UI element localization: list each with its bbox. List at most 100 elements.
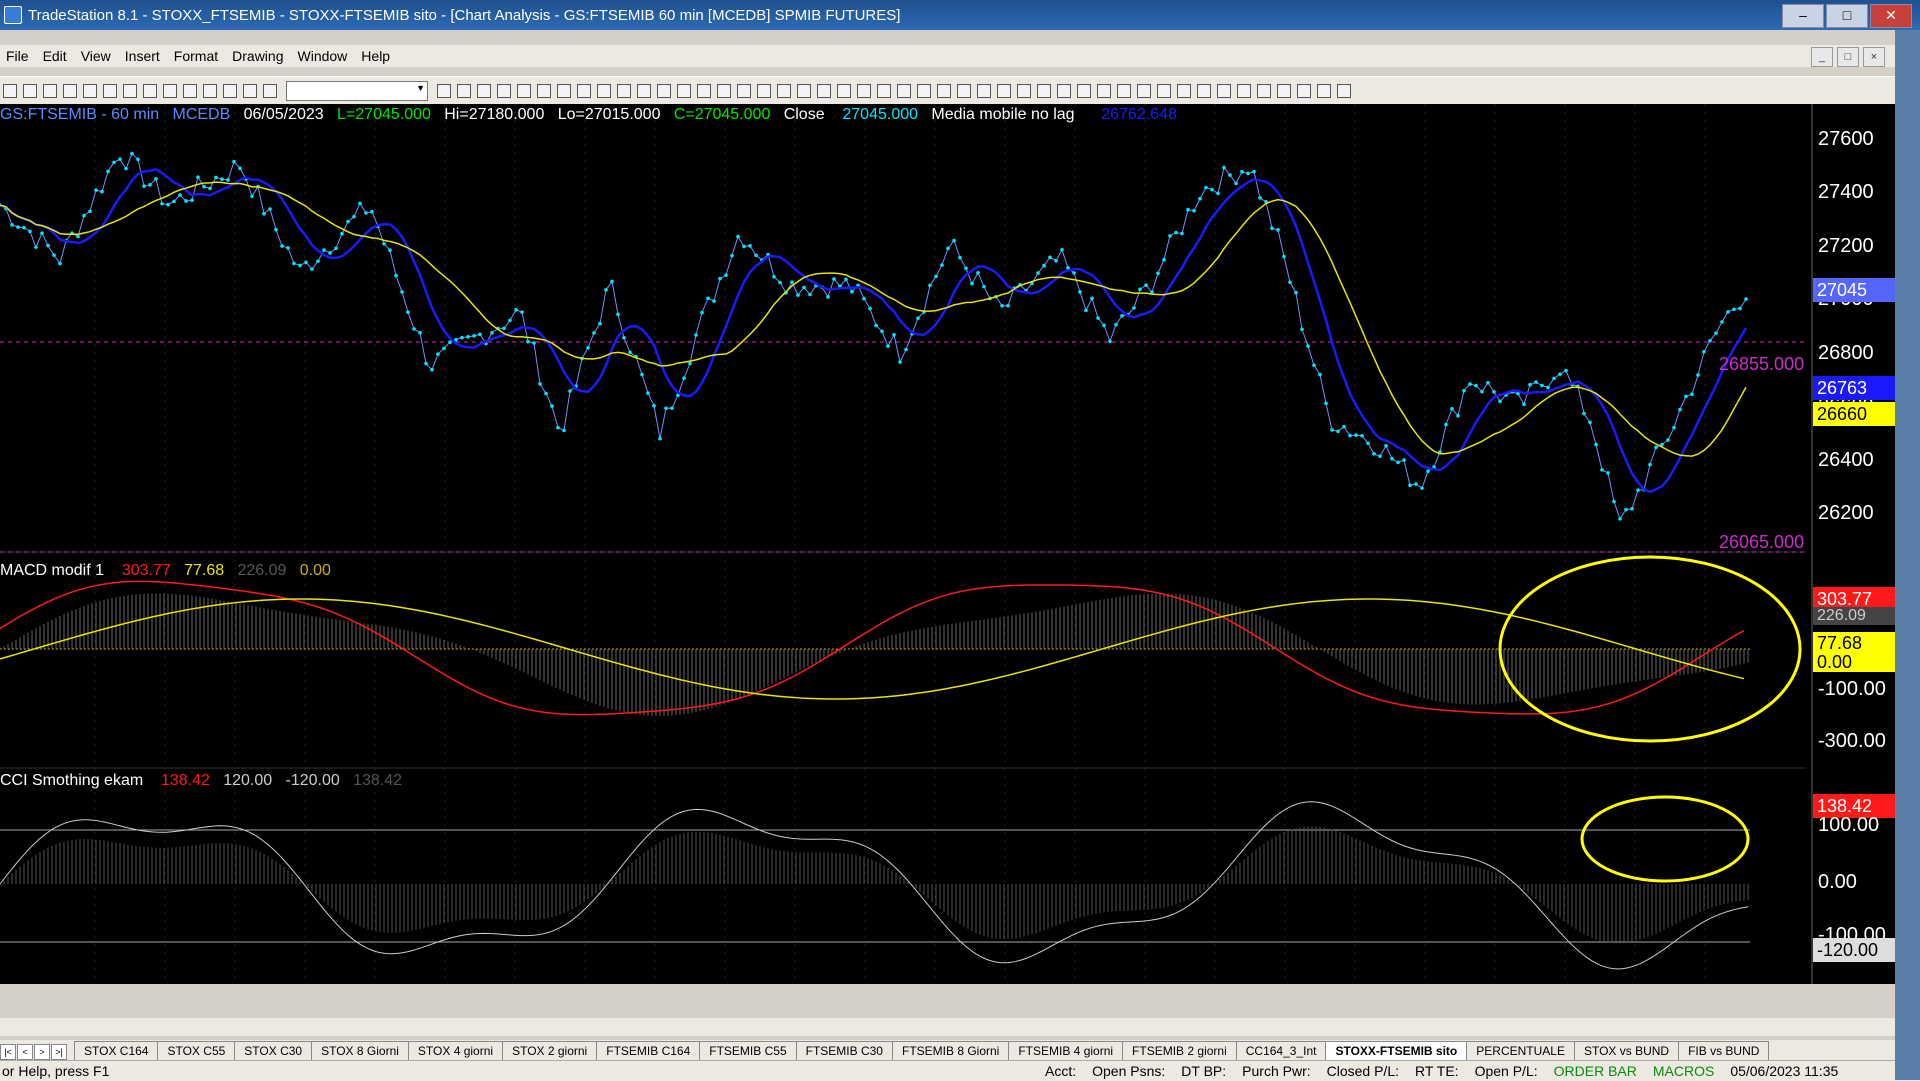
toolbar-icon[interactable] <box>63 84 77 98</box>
toolbar-icon[interactable] <box>1297 84 1311 98</box>
toolbar-icon[interactable] <box>997 84 1011 98</box>
chart-area[interactable]: GS:FTSEMIB - 60 min MCEDB 06/05/2023 L=2… <box>0 104 1895 984</box>
toolbar-icon[interactable] <box>123 84 137 98</box>
minimize-button[interactable]: – <box>1782 4 1824 28</box>
toolbar-icon[interactable] <box>897 84 911 98</box>
toolbar-icon[interactable] <box>203 84 217 98</box>
toolbar-icon[interactable] <box>1177 84 1191 98</box>
toolbar-icon[interactable] <box>183 84 197 98</box>
toolbar-icon[interactable] <box>243 84 257 98</box>
toolbar-icon[interactable] <box>223 84 237 98</box>
symbol-combo[interactable] <box>286 81 428 101</box>
toolbar-icon[interactable] <box>717 84 731 98</box>
menu-file[interactable]: File <box>6 48 29 64</box>
tab-item[interactable]: STOX C55 <box>157 1041 236 1060</box>
toolbar-icon[interactable] <box>617 84 631 98</box>
toolbar-icon[interactable] <box>437 84 451 98</box>
tab-item[interactable]: STOXX-FTSEMIB sito <box>1325 1041 1468 1060</box>
last-tab-button[interactable]: >| <box>51 1044 67 1060</box>
menu-help[interactable]: Help <box>361 48 390 64</box>
first-tab-button[interactable]: |< <box>0 1044 16 1060</box>
toolbar-icon[interactable] <box>557 84 571 98</box>
toolbar-icon[interactable] <box>1337 84 1351 98</box>
menu-view[interactable]: View <box>81 48 111 64</box>
prev-tab-button[interactable]: < <box>17 1044 33 1060</box>
toolbar-icon[interactable] <box>23 84 37 98</box>
toolbar-icon[interactable] <box>957 84 971 98</box>
toolbar-icon[interactable] <box>1257 84 1271 98</box>
tab-item[interactable]: STOX vs BUND <box>1573 1041 1680 1060</box>
tab-item[interactable]: STOX C164 <box>74 1041 159 1060</box>
tab-item[interactable]: STOX 8 Giorni <box>311 1041 409 1060</box>
toolbar-icon[interactable] <box>1317 84 1331 98</box>
toolbar-icon[interactable] <box>83 84 97 98</box>
toolbar-icon[interactable] <box>837 84 851 98</box>
toolbar-icon[interactable] <box>757 84 771 98</box>
toolbar-icon[interactable] <box>657 84 671 98</box>
tab-item[interactable]: FTSEMIB C55 <box>699 1041 797 1060</box>
toolbar-icon[interactable] <box>103 84 117 98</box>
toolbar-icon[interactable] <box>537 84 551 98</box>
maximize-button[interactable]: □ <box>1826 4 1868 28</box>
toolbar-icon[interactable] <box>877 84 891 98</box>
toolbar-icon[interactable] <box>1037 84 1051 98</box>
toolbar-icon[interactable] <box>737 84 751 98</box>
next-tab-button[interactable]: > <box>34 1044 50 1060</box>
tab-item[interactable]: FTSEMIB C30 <box>795 1041 893 1060</box>
toolbar-icon[interactable] <box>263 84 277 98</box>
toolbar-icon[interactable] <box>1117 84 1131 98</box>
toolbar-icon[interactable] <box>697 84 711 98</box>
toolbar-icon[interactable] <box>917 84 931 98</box>
toolbar-icon[interactable] <box>1077 84 1091 98</box>
toolbar-icon[interactable] <box>597 84 611 98</box>
menu-format[interactable]: Format <box>174 48 218 64</box>
menu-window[interactable]: Window <box>298 48 348 64</box>
toolbar-icon[interactable] <box>3 84 17 98</box>
toolbar-icon[interactable] <box>777 84 791 98</box>
toolbar-icon[interactable] <box>163 84 177 98</box>
toolbar-icon[interactable] <box>857 84 871 98</box>
toolbar-icon[interactable] <box>797 84 811 98</box>
mdi-close-button[interactable]: × <box>1863 47 1885 67</box>
mdi-minimize-button[interactable]: _ <box>1811 47 1833 67</box>
toolbar-icon[interactable] <box>477 84 491 98</box>
order-bar-button[interactable]: ORDER BAR <box>1554 1063 1637 1079</box>
toolbar-icon[interactable] <box>1217 84 1231 98</box>
toolbar-icon[interactable] <box>1097 84 1111 98</box>
tab-item[interactable]: STOX 2 giorni <box>502 1041 598 1060</box>
menu-drawing[interactable]: Drawing <box>232 48 283 64</box>
toolbar-icon[interactable] <box>1197 84 1211 98</box>
macros-button[interactable]: MACROS <box>1653 1063 1714 1079</box>
toolbar-icon[interactable] <box>1277 84 1291 98</box>
tab-item[interactable]: STOX C30 <box>234 1041 313 1060</box>
toolbar-icon[interactable] <box>937 84 951 98</box>
toolbar-icon[interactable] <box>577 84 591 98</box>
toolbar-icon[interactable] <box>1017 84 1031 98</box>
toolbar-icon[interactable] <box>143 84 157 98</box>
mdi-restore-button[interactable]: □ <box>1837 47 1859 67</box>
toolbar-icon[interactable] <box>817 84 831 98</box>
tab-item[interactable]: CC164_3_Int <box>1235 1041 1327 1060</box>
toolbar-icon[interactable] <box>1157 84 1171 98</box>
horizontal-scrollbar[interactable] <box>0 1018 1895 1036</box>
tab-item[interactable]: FTSEMIB 8 Giorni <box>891 1041 1010 1060</box>
tab-item[interactable]: FTSEMIB 2 giorni <box>1122 1041 1237 1060</box>
menu-edit[interactable]: Edit <box>43 48 67 64</box>
toolbar-icon[interactable] <box>977 84 991 98</box>
toolbar-icon[interactable] <box>637 84 651 98</box>
toolbar-icon[interactable] <box>1137 84 1151 98</box>
tab-item[interactable]: FTSEMIB C164 <box>596 1041 701 1060</box>
toolbar-icon[interactable] <box>1057 84 1071 98</box>
menu-insert[interactable]: Insert <box>125 48 160 64</box>
tab-item[interactable]: FIB vs BUND <box>1678 1041 1770 1060</box>
toolbar-icon[interactable] <box>1237 84 1251 98</box>
toolbar-icon[interactable] <box>43 84 57 98</box>
tab-item[interactable]: STOX 4 giorni <box>407 1041 504 1060</box>
toolbar-icon[interactable] <box>497 84 511 98</box>
tab-item[interactable]: FTSEMIB 4 giorni <box>1008 1041 1124 1060</box>
toolbar-icon[interactable] <box>517 84 531 98</box>
tab-item[interactable]: PERCENTUALE <box>1466 1041 1575 1060</box>
toolbar-icon[interactable] <box>677 84 691 98</box>
toolbar-icon[interactable] <box>457 84 471 98</box>
close-button[interactable]: ✕ <box>1870 4 1912 28</box>
